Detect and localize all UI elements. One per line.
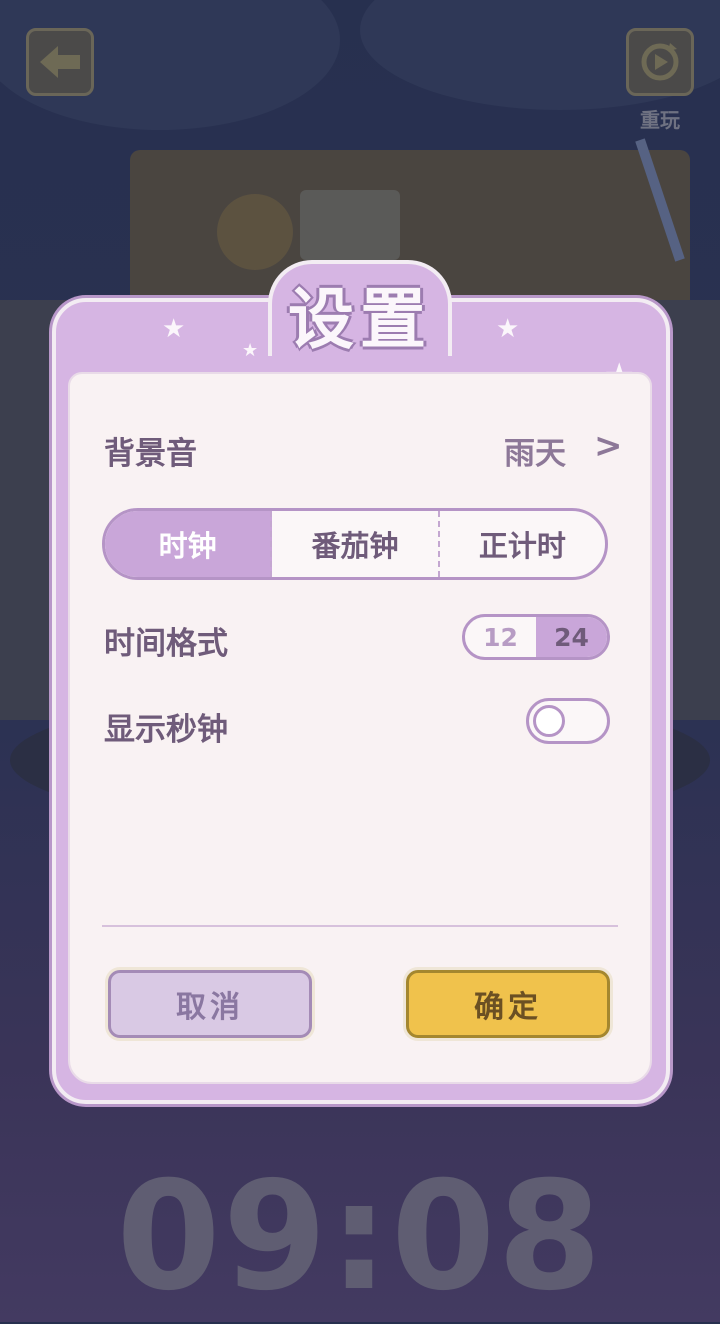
time-format-label: 时间格式 [104, 626, 228, 662]
switch-knob [533, 705, 565, 737]
format-12-option[interactable]: 12 [465, 617, 536, 657]
back-arrow-icon [40, 46, 80, 78]
tab-pomodoro[interactable]: 番茄钟 [272, 511, 440, 577]
background-sound-value: 雨天 [504, 436, 566, 472]
tab-clock[interactable]: 时钟 [105, 511, 273, 577]
dialog-title: 设置 [288, 281, 432, 358]
clock-display: 09:08 [116, 1150, 604, 1324]
star-decoration-icon: ★ [242, 340, 259, 361]
star-decoration-icon: ★ [496, 314, 520, 344]
time-format-toggle: 12 24 [462, 614, 610, 660]
tab-stopwatch[interactable]: 正计时 [440, 511, 605, 577]
background-sound-selector[interactable]: 雨天 > [500, 424, 624, 472]
chevron-right-icon: > [594, 426, 623, 466]
background-sound-label: 背景音 [104, 436, 197, 472]
back-button[interactable] [26, 28, 94, 96]
mode-segmented-control: 时钟 番茄钟 正计时 [102, 508, 608, 580]
replay-button[interactable] [626, 28, 694, 96]
cancel-button[interactable]: 取消 [108, 970, 312, 1038]
format-24-option[interactable]: 24 [536, 617, 607, 657]
replay-label: 重玩 [640, 108, 680, 132]
star-decoration-icon: ★ [162, 314, 186, 344]
replay-icon [641, 43, 679, 81]
show-seconds-label: 显示秒钟 [104, 712, 228, 748]
show-seconds-switch[interactable] [526, 698, 610, 744]
confirm-button[interactable]: 确定 [406, 970, 610, 1038]
divider [102, 925, 618, 927]
